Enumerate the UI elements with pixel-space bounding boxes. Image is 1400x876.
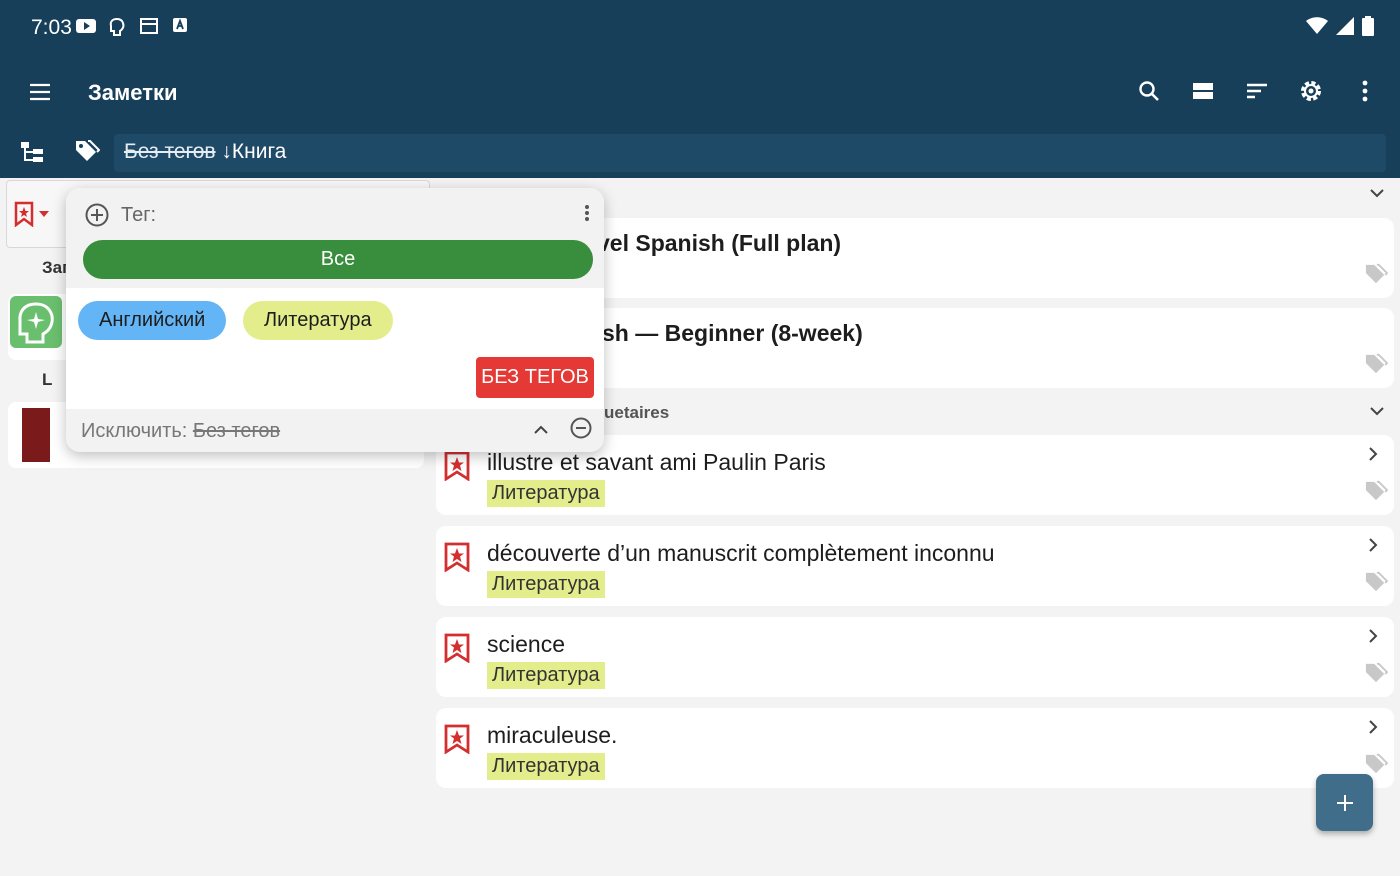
list-item[interactable]: miraculeuse. Литература — [436, 708, 1394, 788]
tag-badge: Литература — [487, 571, 605, 598]
exclude-row: Исключить: Без тегов — [66, 409, 604, 452]
tag-label: Тег: — [121, 204, 157, 226]
bookmark-star-icon — [444, 724, 470, 759]
filter-row: Без тегов ↓Книга — [0, 130, 1400, 176]
note-title: illustre et savant ami Paulin Paris — [487, 449, 826, 475]
tag-chip-english[interactable]: Английский — [78, 301, 227, 340]
chevron-right-icon[interactable] — [1366, 536, 1380, 559]
chevron-up-icon[interactable] — [532, 421, 550, 444]
bookmark-dropdown-icon[interactable] — [13, 201, 53, 232]
tags-icon[interactable] — [74, 139, 101, 168]
gear-icon[interactable] — [1296, 76, 1326, 106]
top-app-bar: 7:03 Заметки Без тегов ↓Книга — [0, 0, 1400, 178]
more-vert-icon[interactable] — [584, 204, 590, 227]
youtube-icon — [76, 17, 96, 37]
status-time: 7:03 — [31, 16, 72, 39]
notebook-avatar — [10, 296, 62, 348]
status-notification-icons — [76, 17, 192, 37]
wifi-icon — [1306, 17, 1328, 40]
chevron-down-icon[interactable] — [1368, 184, 1386, 207]
tag-icon — [1364, 662, 1389, 689]
tree-view-icon[interactable] — [20, 140, 44, 169]
tag-filter-field[interactable]: Без тегов ↓Книга — [114, 134, 1386, 172]
remove-circle-icon[interactable] — [569, 416, 593, 445]
note-title: science — [487, 631, 565, 657]
chevron-down-icon[interactable] — [1368, 402, 1386, 425]
app-bar-actions — [1134, 76, 1380, 106]
signal-icon — [1336, 17, 1354, 40]
tag-icon — [1364, 263, 1389, 290]
tag-filter-popup: Тег: Все Английский Литература БЕЗ ТЕГОВ… — [66, 188, 604, 452]
search-icon[interactable] — [1134, 76, 1164, 106]
view-mode-icon[interactable] — [1188, 76, 1218, 106]
tag-icon — [1364, 571, 1389, 598]
bookmark-star-icon — [444, 633, 470, 668]
tag-icon — [1364, 353, 1389, 380]
sort-icon[interactable] — [1242, 76, 1272, 106]
bookmark-star-icon — [444, 451, 470, 486]
exclude-value: Без тегов — [192, 420, 281, 442]
popup-header: Тег: Все — [66, 188, 604, 288]
note-title: sh — Beginner (8-week) — [602, 320, 863, 346]
excluded-tag-text: Без тегов — [124, 140, 216, 163]
book-cover-image — [22, 408, 50, 462]
bookmark-star-icon — [444, 542, 470, 577]
plus-icon — [1336, 794, 1353, 811]
tag-icon — [1364, 480, 1389, 507]
no-tags-button[interactable]: БЕЗ ТЕГОВ — [476, 357, 594, 398]
battery-icon — [1362, 16, 1374, 41]
tag-badge: Литература — [487, 480, 605, 507]
tag-badge: Литература — [487, 662, 605, 689]
chevron-right-icon[interactable] — [1366, 718, 1380, 741]
exclude-label: Исключить: Без тегов — [81, 420, 280, 443]
sort-label: ↓Книга — [221, 140, 287, 163]
add-note-button[interactable] — [1316, 774, 1373, 831]
chevron-right-icon[interactable] — [1366, 627, 1380, 650]
tag-badge: Литература — [487, 753, 605, 780]
list-item[interactable]: découverte d’un manuscrit complètement i… — [436, 526, 1394, 606]
list-item[interactable]: science Литература — [436, 617, 1394, 697]
page-title: Заметки — [88, 80, 178, 105]
section-title: uetaires — [604, 403, 670, 422]
chevron-right-icon[interactable] — [1366, 445, 1380, 468]
status-system-icons — [1306, 16, 1374, 41]
note-title: découverte d’un manuscrit complètement i… — [487, 540, 995, 566]
add-circle-icon[interactable] — [84, 202, 110, 233]
exclude-label-text: Исключить: — [81, 420, 188, 442]
brain-icon — [108, 17, 128, 37]
hamburger-menu-icon[interactable] — [28, 80, 52, 104]
note-title: vel Spanish (Full plan) — [597, 230, 842, 256]
note-title: miraculeuse. — [487, 722, 618, 748]
left-section-label: L — [42, 370, 53, 389]
more-vert-icon[interactable] — [1350, 76, 1380, 106]
keyboard-a-icon — [172, 17, 192, 37]
tag-chip-literature[interactable]: Литература — [243, 301, 393, 340]
calendar-icon — [140, 17, 160, 37]
all-tags-button[interactable]: Все — [83, 240, 593, 279]
